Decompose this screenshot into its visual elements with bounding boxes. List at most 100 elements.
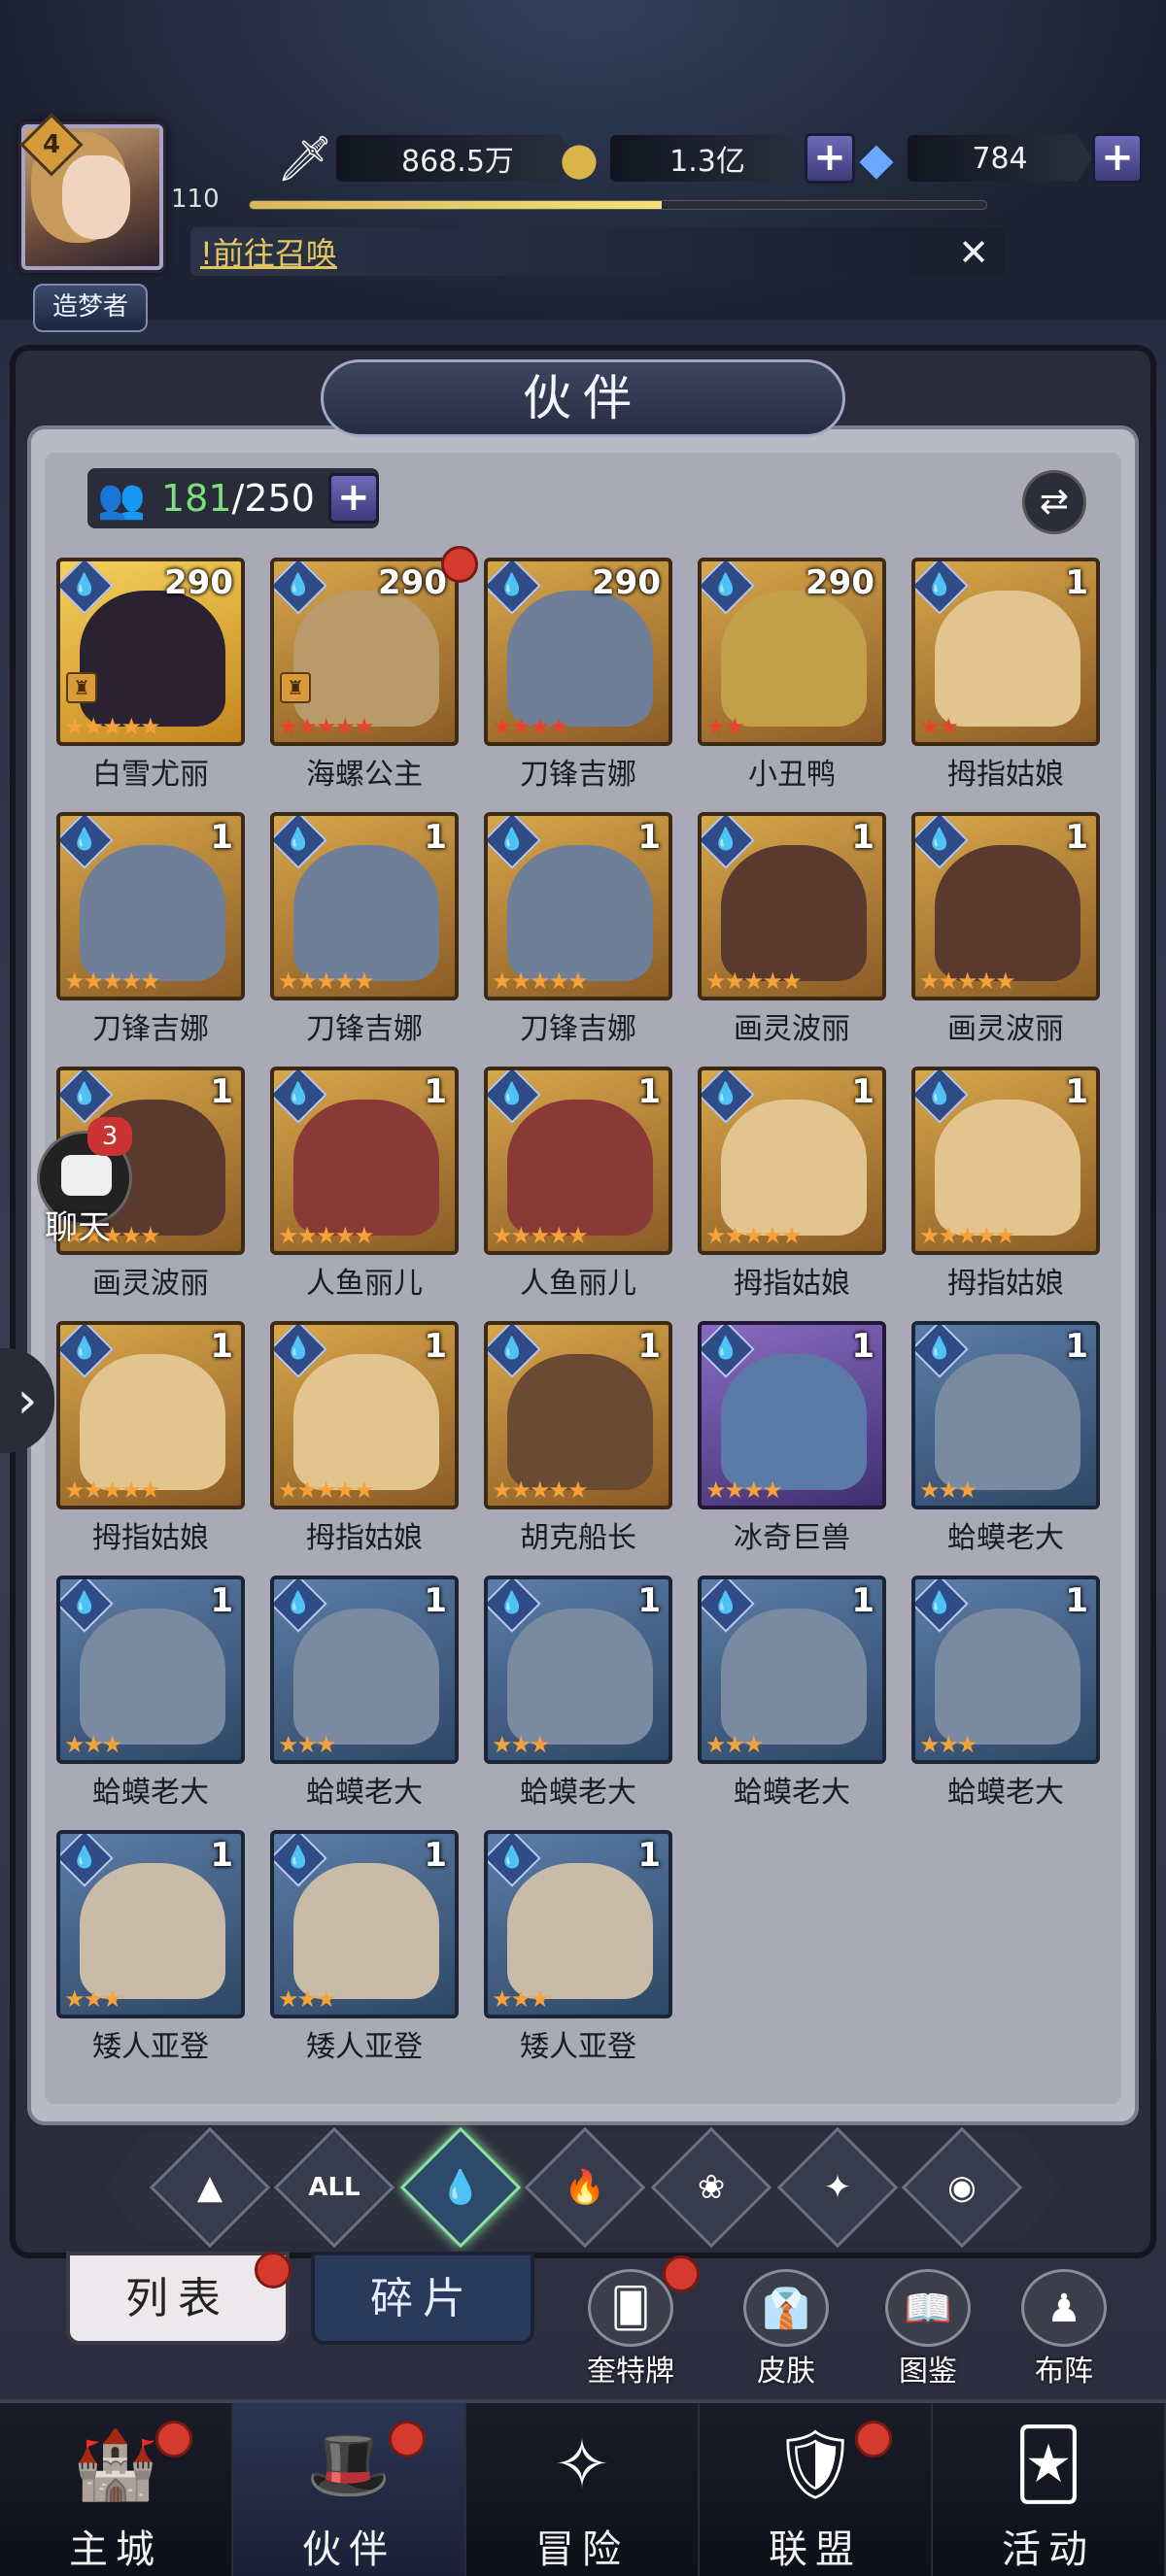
partner-name: 矮人亚登 [520,2030,636,2064]
diamond-display: ◆ 784 + [845,128,1143,188]
partner-card[interactable]: 💧 1 ★★★★★ [484,1067,672,1255]
partner-name: 蛤蟆老大 [520,1776,636,1810]
partner-notification-dot [441,546,478,583]
partner-portrait [80,845,225,981]
partner-card[interactable]: 💧 1 ★★★ [698,1576,886,1764]
sword-icon: 🗡 [276,131,334,185]
partner-level: 1 [851,1072,874,1111]
partner-card[interactable]: 💧 1 ★★★★ [698,1321,886,1509]
chat-unread-badge: 3 [87,1117,132,1156]
partner-card[interactable]: 💧 1 ★★★ [911,1321,1100,1509]
partner-level: 1 [1065,563,1088,602]
gold-value: 1.3亿 [610,135,805,182]
partner-card[interactable]: 💧 1 ★★★★★ [270,1067,459,1255]
partner-card[interactable]: 💧 1 ★★★ [270,1576,459,1764]
partner-card[interactable]: 💧 290 ★★★★ [484,558,672,746]
partner-card[interactable]: 💧 1 ★★★★★ [484,812,672,1000]
rank-icon: ♜ [280,672,311,703]
partner-card[interactable]: 💧 1 ★★★★★ [698,812,886,1000]
diamond-value: 784 [908,135,1092,182]
partner-count-total: /250 [231,477,315,520]
partner-stars: ★★★★★ [278,713,375,740]
partner-card[interactable]: 💧 290 ★★★★★ ♜ [270,558,459,746]
partner-level: 1 [1065,1072,1088,1111]
player-title-badge[interactable]: 造梦者 [33,284,148,332]
partner-stars: ★★★ [278,1985,337,2013]
nav-item-2[interactable]: ✧ 冒险 [466,2403,700,2576]
partner-portrait [80,591,225,727]
partner-stars: ★★★★★ [64,1476,161,1504]
partner-card[interactable]: 💧 1 ★★★★★ [911,812,1100,1000]
tool-button-2[interactable]: 📖 图鉴 [865,2269,991,2389]
partner-stars: ★★★★★ [705,967,803,995]
partners-icon: 👥 [97,476,146,522]
partner-card[interactable]: 💧 1 ★★★ [56,1830,245,2018]
partner-stars: ★★★★★ [278,1476,375,1504]
partner-name: 人鱼丽儿 [520,1267,636,1301]
partner-stars: ★★★★★ [278,967,375,995]
partner-name: 人鱼丽儿 [306,1267,423,1301]
partner-card[interactable]: 💧 1 ★★★ [270,1830,459,2018]
nav-item-1[interactable]: 🎩 伙伴 [233,2403,466,2576]
partner-card[interactable]: 💧 1 ★★★★★ [484,1321,672,1509]
partner-portrait [507,1100,653,1236]
power-value: 868.5万 [336,135,579,182]
close-icon[interactable]: ✕ [958,231,989,274]
partner-card[interactable]: 💧 1 ★★★★★ [698,1067,886,1255]
partner-level: 1 [851,818,874,857]
partner-portrait [721,1100,867,1236]
partner-stars: ★★★ [64,1731,123,1758]
partner-card[interactable]: 💧 1 ★★★★★ [911,1067,1100,1255]
sort-swap-button[interactable]: ⇄ [1022,470,1086,534]
partner-portrait [721,591,867,727]
summon-notice[interactable]: !前往召唤 ✕ [190,227,1005,276]
tool-label: 奎特牌 [587,2355,674,2389]
notice-text[interactable]: !前往召唤 [200,229,337,274]
tool-icon: 🂠 [588,2269,673,2347]
partner-stars: ★★★ [64,1985,123,2013]
tool-button-1[interactable]: 👔 皮肤 [723,2269,849,2389]
partner-name: 蛤蟆老大 [734,1776,850,1810]
partner-level: 1 [637,1072,661,1111]
partner-card[interactable]: 💧 1 ★★★ [56,1576,245,1764]
partner-card[interactable]: 💧 1 ★★★★★ [270,812,459,1000]
diamond-icon: ◆ [859,132,894,185]
partner-card[interactable]: 💧 1 ★★★ [484,1830,672,2018]
nav-item-0[interactable]: 🏰 主城 [0,2403,233,2576]
partner-portrait [935,591,1080,727]
partner-card[interactable]: 💧 1 ★★★★★ [270,1321,459,1509]
tab-fragments[interactable]: 碎片 [311,2252,534,2345]
partner-stars: ★★ [919,713,959,740]
nav-item-4[interactable]: 🃏 活动 [933,2403,1166,2576]
partner-stars: ★★★ [919,1476,978,1504]
partner-card[interactable]: 💧 290 ★★ [698,558,886,746]
tool-button-3[interactable]: ♟ 布阵 [1001,2269,1127,2389]
partner-level: 290 [592,563,661,602]
partner-card[interactable]: 💧 1 ★★★★★ [56,1321,245,1509]
partner-card[interactable]: 💧 1 ★★★★★ [56,812,245,1000]
rank-icon: ♜ [66,672,97,703]
chat-label: 聊天 [45,1208,111,1247]
partner-portrait [721,1354,867,1490]
partner-level: 1 [1065,1581,1088,1620]
partner-card[interactable]: 💧 1 ★★★ [911,1576,1100,1764]
nav-item-3[interactable]: 🛡 联盟 [700,2403,933,2576]
partner-card[interactable]: 💧 1 ★★ [911,558,1100,746]
partner-card[interactable]: 💧 290 ★★★★★ ♜ [56,558,245,746]
partner-name: 画灵波丽 [734,1012,850,1046]
partner-name: 拇指姑娘 [947,1267,1064,1301]
exp-level: 110 [171,185,220,214]
partner-name: 矮人亚登 [306,2030,423,2064]
partner-stars: ★★★★★ [705,1222,803,1249]
partner-name: 蛤蟆老大 [947,1521,1064,1555]
nav-notification-dot [855,2421,892,2457]
partner-card[interactable]: 💧 1 ★★★ [484,1576,672,1764]
nav-label: 活动 [1002,2527,1095,2572]
partner-name: 刀锋吉娜 [520,1012,636,1046]
partner-portrait [507,591,653,727]
partner-name: 海螺公主 [306,758,423,792]
add-diamond-button[interactable]: + [1092,133,1143,184]
expand-slots-button[interactable]: + [327,473,379,524]
partner-name: 拇指姑娘 [947,758,1064,792]
tool-icon: 👔 [743,2269,829,2347]
